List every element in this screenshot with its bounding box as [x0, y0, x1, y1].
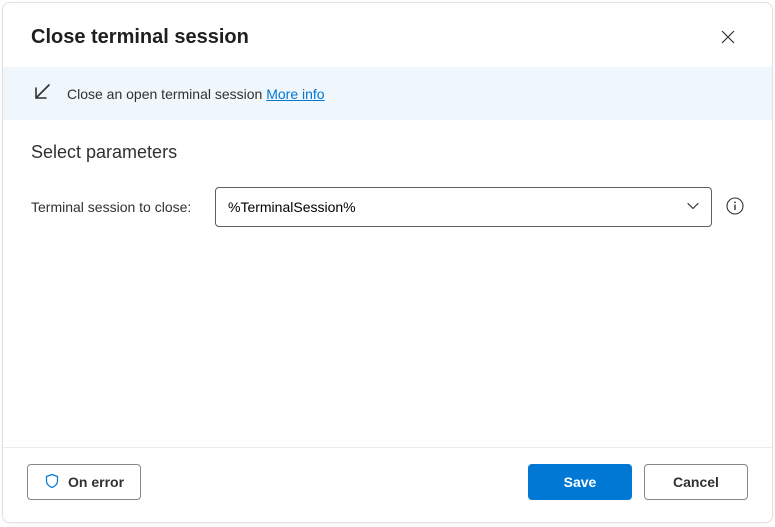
arrow-down-left-icon	[31, 81, 53, 106]
on-error-button[interactable]: On error	[27, 464, 141, 500]
cancel-button[interactable]: Cancel	[644, 464, 748, 500]
dialog-header: Close terminal session	[3, 3, 772, 67]
dialog-footer: On error Save Cancel	[3, 447, 772, 522]
on-error-label: On error	[68, 474, 124, 490]
footer-actions: Save Cancel	[528, 464, 748, 500]
banner-text: Close an open terminal session More info	[67, 86, 325, 102]
banner-description: Close an open terminal session	[67, 86, 262, 102]
close-button[interactable]	[712, 21, 744, 53]
dialog-title: Close terminal session	[31, 26, 249, 49]
close-icon	[721, 30, 735, 44]
param-label: Terminal session to close:	[31, 199, 201, 215]
section-heading: Select parameters	[31, 142, 744, 163]
shield-icon	[44, 473, 60, 492]
close-terminal-dialog: Close terminal session Close an open ter…	[2, 2, 773, 523]
save-button[interactable]: Save	[528, 464, 632, 500]
info-banner: Close an open terminal session More info	[3, 67, 772, 120]
param-row: Terminal session to close:	[31, 187, 744, 227]
select-wrapper	[215, 187, 712, 227]
info-icon[interactable]	[726, 197, 744, 218]
more-info-link[interactable]: More info	[266, 86, 324, 102]
dialog-content: Select parameters Terminal session to cl…	[3, 120, 772, 447]
terminal-session-select[interactable]	[215, 187, 712, 227]
